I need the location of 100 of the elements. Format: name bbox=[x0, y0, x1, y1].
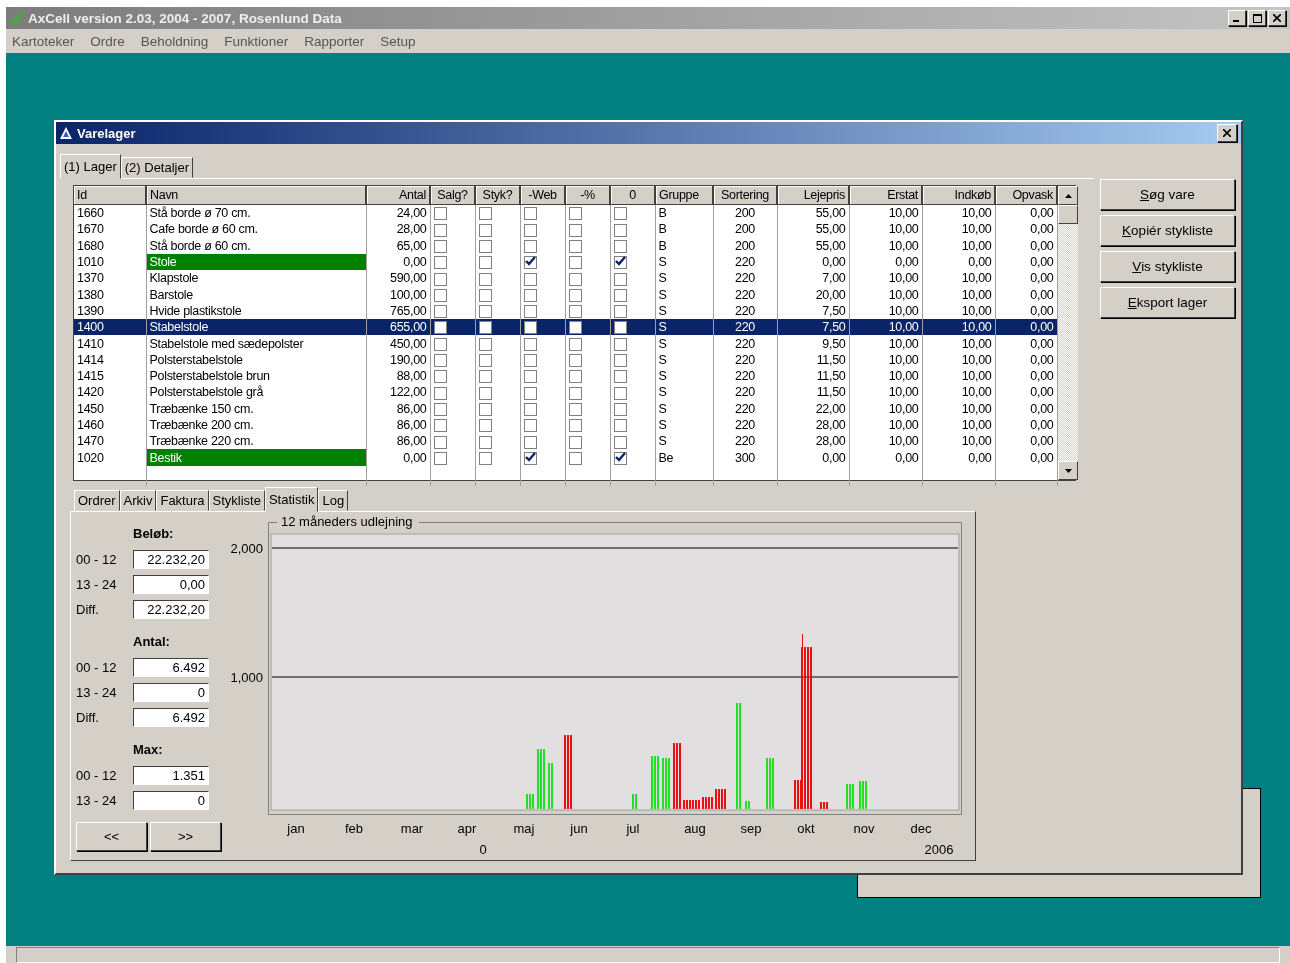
checkbox[interactable] bbox=[523, 223, 537, 237]
checkbox[interactable] bbox=[433, 386, 447, 400]
checkbox[interactable] bbox=[568, 451, 582, 465]
tab[interactable]: Log bbox=[318, 490, 349, 511]
checkbox[interactable] bbox=[568, 223, 582, 237]
tab[interactable]: Ordrer bbox=[74, 490, 120, 511]
checkbox[interactable] bbox=[433, 223, 447, 237]
scrollbar[interactable] bbox=[1058, 186, 1078, 480]
checkbox[interactable] bbox=[568, 386, 582, 400]
maximize-icon[interactable] bbox=[1248, 10, 1266, 26]
checkbox[interactable] bbox=[523, 354, 537, 367]
menu-item[interactable]: Funktioner bbox=[224, 33, 289, 49]
checkbox[interactable] bbox=[613, 386, 627, 400]
column-header[interactable]: Erstat bbox=[849, 186, 922, 205]
value-field[interactable]: 6.492 bbox=[133, 658, 209, 677]
scroll-down-icon[interactable] bbox=[1058, 461, 1078, 480]
checkbox[interactable] bbox=[433, 402, 447, 416]
checkbox[interactable] bbox=[613, 451, 627, 465]
checkbox[interactable] bbox=[433, 370, 447, 384]
checkbox[interactable] bbox=[568, 435, 582, 449]
checkbox[interactable] bbox=[478, 321, 492, 335]
checkbox[interactable] bbox=[613, 223, 627, 237]
column-header[interactable]: Salg? bbox=[430, 186, 475, 205]
checkbox[interactable] bbox=[478, 419, 492, 433]
checkbox[interactable] bbox=[568, 370, 582, 384]
checkbox[interactable] bbox=[523, 239, 537, 253]
menu-item[interactable]: Beholdning bbox=[140, 33, 209, 49]
value-field[interactable]: 0 bbox=[133, 683, 209, 702]
checkbox[interactable] bbox=[523, 321, 537, 335]
checkbox[interactable] bbox=[433, 256, 447, 270]
checkbox[interactable] bbox=[478, 337, 492, 351]
tab[interactable]: (1) Lager bbox=[60, 154, 121, 179]
minimize-icon[interactable] bbox=[1228, 10, 1246, 26]
checkbox[interactable] bbox=[568, 419, 582, 433]
column-header[interactable]: Gruppe bbox=[655, 186, 713, 205]
checkbox[interactable] bbox=[478, 272, 492, 286]
column-header[interactable]: -Web bbox=[520, 186, 565, 205]
checkbox[interactable] bbox=[433, 451, 447, 465]
checkbox[interactable] bbox=[433, 305, 447, 319]
checkbox[interactable] bbox=[613, 354, 627, 367]
checkbox[interactable] bbox=[568, 305, 582, 319]
checkbox[interactable] bbox=[433, 288, 447, 302]
checkbox[interactable] bbox=[478, 305, 492, 319]
column-header[interactable]: Sortering bbox=[713, 186, 777, 205]
column-header[interactable]: Styk? bbox=[475, 186, 520, 205]
checkbox[interactable] bbox=[568, 354, 582, 367]
checkbox[interactable] bbox=[478, 223, 492, 237]
checkbox[interactable] bbox=[478, 402, 492, 416]
nav-button[interactable]: << bbox=[76, 822, 147, 851]
checkbox[interactable] bbox=[613, 435, 627, 449]
value-field[interactable]: 1.351 bbox=[133, 766, 209, 785]
checkbox[interactable] bbox=[523, 337, 537, 351]
tab[interactable]: Stykliste bbox=[208, 490, 265, 511]
close-icon[interactable] bbox=[1268, 10, 1286, 26]
checkbox[interactable] bbox=[478, 435, 492, 449]
tab[interactable]: Arkiv bbox=[119, 490, 157, 511]
column-header[interactable]: Antal bbox=[366, 186, 430, 205]
checkbox[interactable] bbox=[613, 256, 627, 270]
column-header[interactable]: Lejepris bbox=[777, 186, 849, 205]
checkbox[interactable] bbox=[568, 207, 582, 221]
column-header[interactable]: 0 bbox=[610, 186, 655, 205]
checkbox[interactable] bbox=[523, 370, 537, 384]
value-field[interactable]: 6.492 bbox=[133, 708, 209, 727]
checkbox[interactable] bbox=[523, 256, 537, 270]
checkbox[interactable] bbox=[568, 288, 582, 302]
column-header[interactable]: -% bbox=[565, 186, 610, 205]
value-field[interactable]: 22.232,20 bbox=[133, 600, 209, 619]
checkbox[interactable] bbox=[613, 337, 627, 351]
value-field[interactable]: 22.232,20 bbox=[133, 550, 209, 569]
checkbox[interactable] bbox=[523, 419, 537, 433]
checkbox[interactable] bbox=[433, 239, 447, 253]
column-header[interactable]: Opvask bbox=[995, 186, 1057, 205]
checkbox[interactable] bbox=[568, 402, 582, 416]
checkbox[interactable] bbox=[613, 305, 627, 319]
checkbox[interactable] bbox=[523, 207, 537, 221]
checkbox[interactable] bbox=[568, 239, 582, 253]
checkbox[interactable] bbox=[433, 419, 447, 433]
checkbox[interactable] bbox=[613, 402, 627, 416]
menu-item[interactable]: Ordre bbox=[90, 33, 125, 49]
checkbox[interactable] bbox=[478, 256, 492, 270]
checkbox[interactable] bbox=[613, 370, 627, 384]
checkbox[interactable] bbox=[478, 386, 492, 400]
checkbox[interactable] bbox=[523, 288, 537, 302]
menu-item[interactable]: Kartoteker bbox=[12, 33, 75, 49]
checkbox[interactable] bbox=[433, 272, 447, 286]
checkbox[interactable] bbox=[433, 354, 447, 367]
checkbox[interactable] bbox=[613, 272, 627, 286]
checkbox[interactable] bbox=[523, 402, 537, 416]
nav-button[interactable]: >> bbox=[150, 822, 221, 851]
checkbox[interactable] bbox=[613, 239, 627, 253]
checkbox[interactable] bbox=[523, 386, 537, 400]
tab[interactable]: (2) Detaljer bbox=[120, 157, 194, 178]
checkbox[interactable] bbox=[478, 451, 492, 465]
checkbox[interactable] bbox=[613, 288, 627, 302]
checkbox[interactable] bbox=[523, 272, 537, 286]
tab[interactable]: Statistik bbox=[264, 487, 319, 512]
checkbox[interactable] bbox=[568, 321, 582, 335]
menu-item[interactable]: Rapporter bbox=[304, 33, 365, 49]
checkbox[interactable] bbox=[613, 419, 627, 433]
checkbox[interactable] bbox=[478, 288, 492, 302]
